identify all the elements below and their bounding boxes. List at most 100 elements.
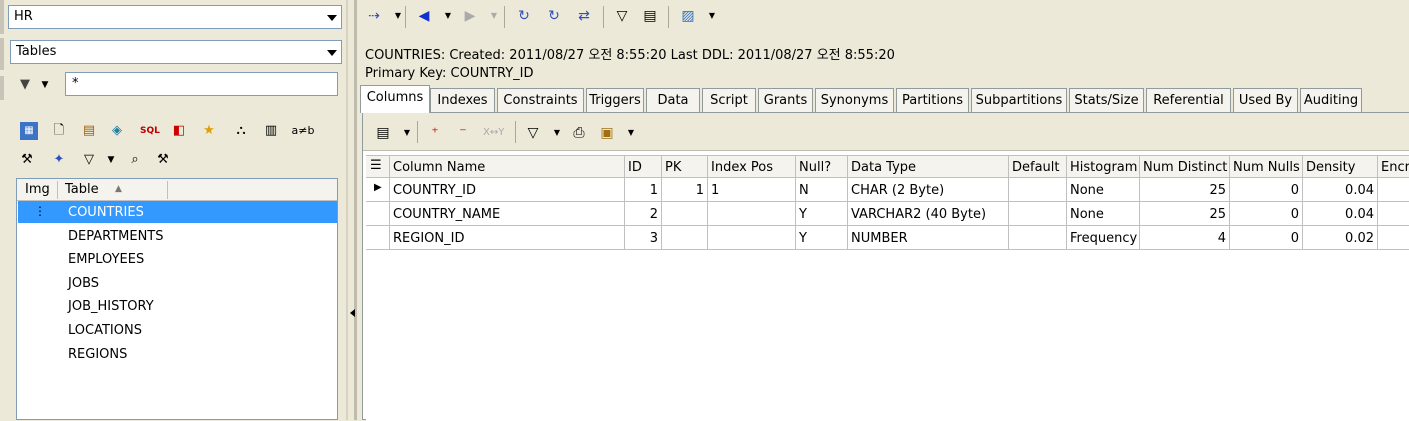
grid-cell[interactable]: Y xyxy=(796,202,848,226)
table-list-item[interactable]: EMPLOYEES xyxy=(18,248,337,270)
refresh-all-icon[interactable]: ↻ xyxy=(544,6,564,26)
grid-cell[interactable] xyxy=(1378,202,1409,226)
tab-subpartitions[interactable]: Subpartitions xyxy=(971,88,1067,112)
column-header[interactable]: Column Name xyxy=(390,156,625,178)
grid-cell[interactable] xyxy=(1009,226,1067,250)
filter-icon[interactable]: ▽ xyxy=(523,123,543,143)
details-icon[interactable]: ▤ xyxy=(640,6,660,26)
hammer-icon[interactable]: ⚒ xyxy=(154,151,172,169)
chevron-down-icon[interactable]: ▼ xyxy=(438,6,458,26)
chevron-down-icon[interactable] xyxy=(327,50,337,56)
diff-icon[interactable]: a≠b xyxy=(290,122,316,140)
grid-cell[interactable] xyxy=(662,226,708,250)
table-list-item[interactable]: REGIONS xyxy=(18,343,337,365)
grid-cell[interactable]: None xyxy=(1067,178,1140,202)
table-list[interactable]: Img Table ▲ ⋮ COUNTRIES DEPARTMENTS EMPLOYE… xyxy=(16,178,338,420)
columns-grid[interactable]: ☰ Column Name ID PK Index Pos Null? Data Type… xyxy=(366,155,1409,421)
star-icon[interactable]: ★ xyxy=(200,122,218,140)
chevron-down-icon[interactable]: ▼ xyxy=(547,123,567,143)
collapse-arrow-icon[interactable] xyxy=(350,309,355,317)
chevron-down-icon[interactable]: ▼ xyxy=(484,6,504,26)
grid-cell[interactable]: 1 xyxy=(708,178,796,202)
grid-cell[interactable]: 0.04 xyxy=(1303,178,1378,202)
sync-icon[interactable]: ⇄ xyxy=(574,6,594,26)
schema-combo[interactable]: HR xyxy=(8,5,342,29)
grid-cell[interactable]: 25 xyxy=(1140,202,1230,226)
grid-cell[interactable]: 0.02 xyxy=(1303,226,1378,250)
tools-icon[interactable]: ⚒ xyxy=(18,151,36,169)
grid-cell[interactable]: 0 xyxy=(1230,226,1303,250)
grid-cell[interactable]: 1 xyxy=(625,178,662,202)
grid-cell[interactable] xyxy=(708,202,796,226)
binoculars-icon[interactable]: ⌕ xyxy=(126,151,144,169)
calculator-icon[interactable]: ▥ xyxy=(262,122,280,140)
swap-icon[interactable]: X↔Y xyxy=(483,123,504,143)
column-header[interactable]: ID xyxy=(625,156,662,178)
tab-indexes[interactable]: Indexes xyxy=(430,88,495,112)
grid-cell[interactable] xyxy=(1009,202,1067,226)
tab-columns[interactable]: Columns xyxy=(360,85,430,113)
tab-partitions[interactable]: Partitions xyxy=(896,88,969,112)
filter-icon[interactable]: ▽ xyxy=(80,151,98,169)
add-column-icon[interactable]: ⁺ xyxy=(425,123,445,143)
grid-cell[interactable]: VARCHAR2 (40 Byte) xyxy=(848,202,1009,226)
object-type-combo[interactable]: Tables xyxy=(10,40,342,64)
table-icon[interactable]: ▦ xyxy=(20,122,38,140)
table-list-item[interactable]: ⋮ COUNTRIES xyxy=(18,201,337,223)
compare-icon[interactable]: ◧ xyxy=(170,122,188,140)
filter-icon[interactable]: ▼ xyxy=(16,76,34,94)
column-header[interactable]: Encr xyxy=(1378,156,1409,178)
column-header[interactable]: Default xyxy=(1009,156,1067,178)
print-icon[interactable]: ⎙ xyxy=(569,123,589,143)
grid-cell[interactable]: NUMBER xyxy=(848,226,1009,250)
row-indicator[interactable] xyxy=(366,202,390,226)
grid-cell[interactable]: 4 xyxy=(1140,226,1230,250)
grid-cell[interactable]: COUNTRY_NAME xyxy=(390,202,625,226)
tab-data[interactable]: Data xyxy=(646,88,700,112)
tab-referential[interactable]: Referential xyxy=(1146,88,1231,112)
chevron-down-icon[interactable] xyxy=(327,15,337,21)
table-list-item[interactable]: JOBS xyxy=(18,272,337,294)
grid-cell[interactable] xyxy=(1378,226,1409,250)
table-list-item[interactable]: LOCATIONS xyxy=(18,319,337,341)
column-header[interactable]: PK xyxy=(662,156,708,178)
table-list-item[interactable]: DEPARTMENTS xyxy=(18,225,337,247)
grid-cell[interactable]: 2 xyxy=(625,202,662,226)
grid-cell[interactable]: 0 xyxy=(1230,202,1303,226)
back-arrow-icon[interactable]: ◀ xyxy=(414,6,434,26)
grid-cell[interactable]: 25 xyxy=(1140,178,1230,202)
grid-cell[interactable]: N xyxy=(796,178,848,202)
grid-cell[interactable]: 1 xyxy=(662,178,708,202)
column-header[interactable]: Density xyxy=(1303,156,1378,178)
tree-icon[interactable]: ⛬ xyxy=(232,122,250,140)
grid-cell[interactable]: Y xyxy=(796,226,848,250)
tab-constraints[interactable]: Constraints xyxy=(497,88,584,112)
row-indicator[interactable]: ▶ xyxy=(366,178,390,202)
grid-cell[interactable] xyxy=(708,226,796,250)
grid-cell[interactable]: COUNTRY_ID xyxy=(390,178,625,202)
chevron-down-icon[interactable]: ▼ xyxy=(621,123,641,143)
grid-cell[interactable]: 3 xyxy=(625,226,662,250)
chevron-down-icon[interactable]: ▼ xyxy=(397,123,417,143)
tab-stats-size[interactable]: Stats/Size xyxy=(1069,88,1144,112)
grid-cell[interactable] xyxy=(1378,178,1409,202)
tab-used-by[interactable]: Used By xyxy=(1233,88,1298,112)
refresh-icon[interactable]: ↻ xyxy=(514,6,534,26)
grid-cell[interactable] xyxy=(1009,178,1067,202)
grid-cell[interactable]: REGION_ID xyxy=(390,226,625,250)
column-header[interactable]: Data Type xyxy=(848,156,1009,178)
wand-icon[interactable]: ✦ xyxy=(50,151,68,169)
chevron-down-icon[interactable]: ▼ xyxy=(702,6,722,26)
tab-triggers[interactable]: Triggers xyxy=(586,88,644,112)
grid-cell[interactable] xyxy=(662,202,708,226)
table-list-item[interactable]: JOB_HISTORY xyxy=(18,295,337,317)
row-indicator[interactable] xyxy=(366,226,390,250)
img-column-header[interactable]: Img xyxy=(25,182,50,197)
tab-auditing[interactable]: Auditing xyxy=(1300,88,1362,112)
column-header[interactable]: Null? xyxy=(796,156,848,178)
tab-synonyms[interactable]: Synonyms xyxy=(815,88,894,112)
properties-icon[interactable]: ▤ xyxy=(373,123,393,143)
column-header[interactable]: Num Nulls xyxy=(1230,156,1303,178)
connection-icon[interactable]: ⇢ xyxy=(364,6,384,26)
column-header[interactable]: Num Distinct xyxy=(1140,156,1230,178)
